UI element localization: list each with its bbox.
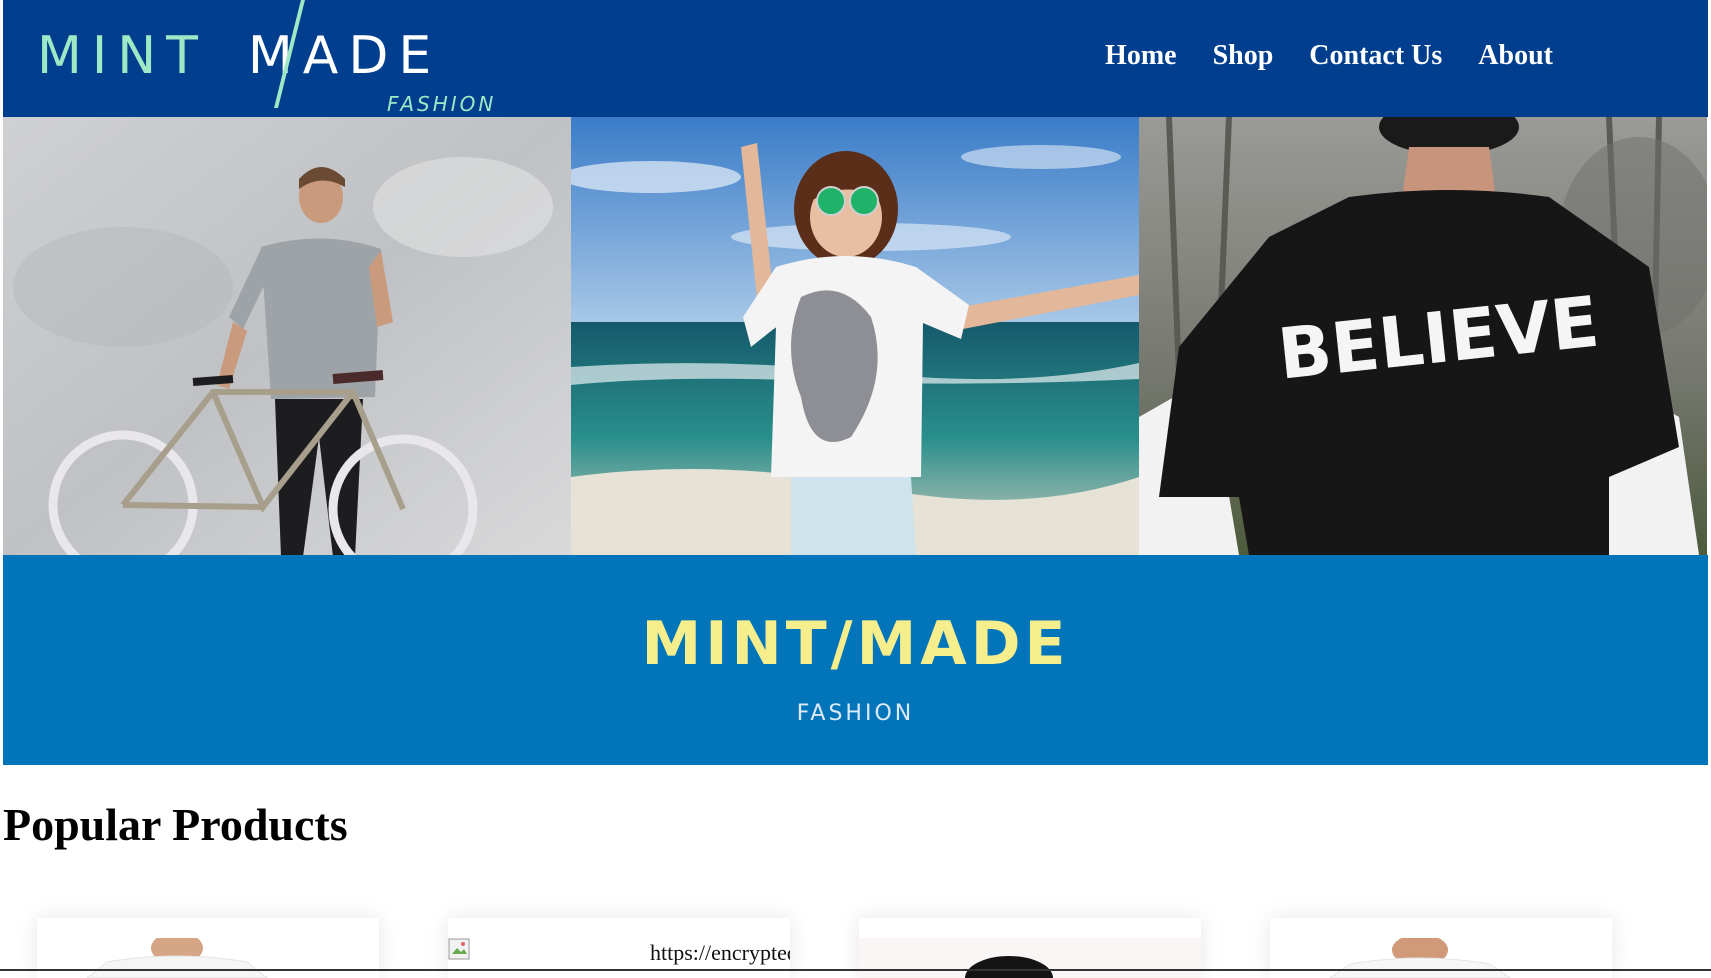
logo-wordmark: MINT MADE	[37, 26, 441, 86]
product-image	[37, 938, 379, 978]
broken-image-icon	[448, 938, 470, 960]
hero-image-woman-beach	[571, 117, 1139, 555]
site-logo[interactable]: MINT MADE FASHION	[37, 0, 507, 117]
page: MINT MADE FASHION Home Shop Contact Us Ab…	[3, 0, 1708, 978]
hero-image-man-bicycle	[3, 117, 571, 555]
banner-title: MINT/MADE	[641, 609, 1070, 679]
logo-word-mint: MINT	[37, 26, 208, 86]
product-image-alt-text: https://encrypted-tbn0.	[650, 940, 790, 965]
nav-about[interactable]: About	[1478, 40, 1553, 72]
popular-products-heading: Popular Products	[3, 799, 348, 850]
nav-contact-us[interactable]: Contact Us	[1309, 40, 1442, 72]
hero-image-believe-shirt: BELIEVE	[1139, 117, 1707, 555]
nav-home[interactable]: Home	[1105, 40, 1177, 72]
brand-banner: MINT/MADE FASHION	[3, 555, 1708, 765]
site-header: MINT MADE FASHION Home Shop Contact Us Ab…	[3, 0, 1708, 117]
logo-subtitle: FASHION	[387, 92, 497, 116]
hero-gallery: BELIEVE	[3, 117, 1708, 555]
main-nav: Home Shop Contact Us About	[1105, 40, 1553, 72]
nav-shop[interactable]: Shop	[1213, 40, 1274, 72]
logo-word-made: MADE	[247, 26, 442, 86]
product-image	[1270, 938, 1612, 978]
banner-subtitle: FASHION	[796, 701, 915, 726]
product-image	[859, 938, 1201, 978]
